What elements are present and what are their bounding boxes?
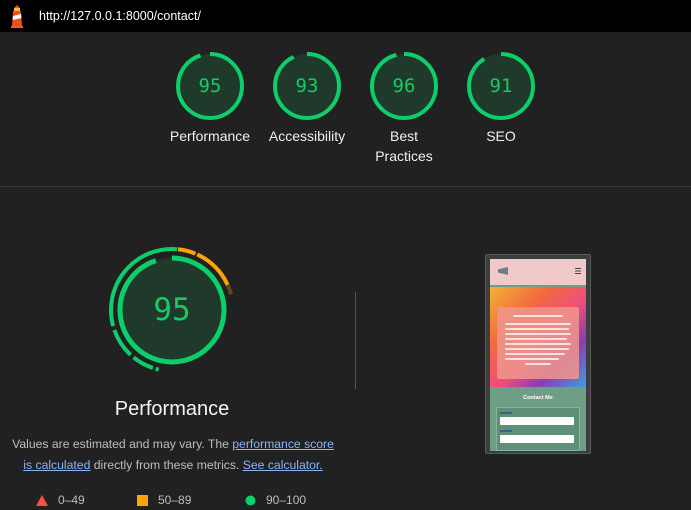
performance-main-gauge: 95 <box>105 243 239 377</box>
hero-image <box>490 287 586 387</box>
final-screenshot-thumbnail[interactable]: Contact Me <box>485 254 591 454</box>
see-calculator-link[interactable]: See calculator. <box>243 458 323 472</box>
gauge-label: Accessibility <box>268 128 346 144</box>
gauge-seo[interactable]: 91 SEO <box>451 50 551 146</box>
legend-range: 0–49 <box>58 493 85 507</box>
main-category-title: Performance <box>114 398 230 420</box>
section-divider <box>0 186 691 187</box>
triangle-icon <box>36 494 48 506</box>
legend-average: 50–89 <box>137 493 191 507</box>
contact-heading: Contact Me <box>523 395 553 401</box>
gauge-label: Performance <box>169 128 251 144</box>
site-logo-icon <box>498 267 508 275</box>
hero-message-card <box>497 307 579 379</box>
gauge-performance[interactable]: 95 Performance <box>160 50 260 146</box>
page-url[interactable]: http://127.0.0.1:8000/contact/ <box>39 9 201 23</box>
square-icon <box>137 494 148 506</box>
score-legend: 0–49 50–89 90–100 <box>0 490 360 510</box>
gauge-score: 95 <box>198 75 222 97</box>
legend-range: 50–89 <box>158 493 192 507</box>
vertical-separator <box>355 292 356 389</box>
main-score: 95 <box>153 292 191 328</box>
gauge-score: 93 <box>295 75 319 97</box>
gauge-label: SEO <box>486 128 516 144</box>
legend-fail: 0–49 <box>36 493 85 507</box>
lighthouse-icon <box>11 5 23 28</box>
legend-pass: 90–100 <box>245 493 306 507</box>
note-text: Values are estimated and may vary. The <box>12 437 233 451</box>
legend-range: 90–100 <box>266 493 307 507</box>
note-text: directly from these metrics. <box>90 458 243 472</box>
category-gauges: 95 Performance 93 Accessibility 96 Best … <box>0 32 691 186</box>
circle-icon <box>245 495 256 505</box>
gauge-score: 96 <box>392 75 416 97</box>
gauge-best-practices[interactable]: 96 Best Practices <box>354 50 454 166</box>
gauge-accessibility[interactable]: 93 Accessibility <box>257 50 357 146</box>
hamburger-menu-icon <box>575 268 581 274</box>
report-topbar: http://127.0.0.1:8000/contact/ <box>0 0 691 32</box>
gauge-score: 91 <box>489 75 513 97</box>
screenshot-content: Contact Me <box>490 259 586 451</box>
contact-form <box>496 407 580 451</box>
gauge-label: Best Practices <box>375 128 433 164</box>
site-header <box>490 259 586 285</box>
score-note: Values are estimated and may vary. The p… <box>8 434 338 476</box>
